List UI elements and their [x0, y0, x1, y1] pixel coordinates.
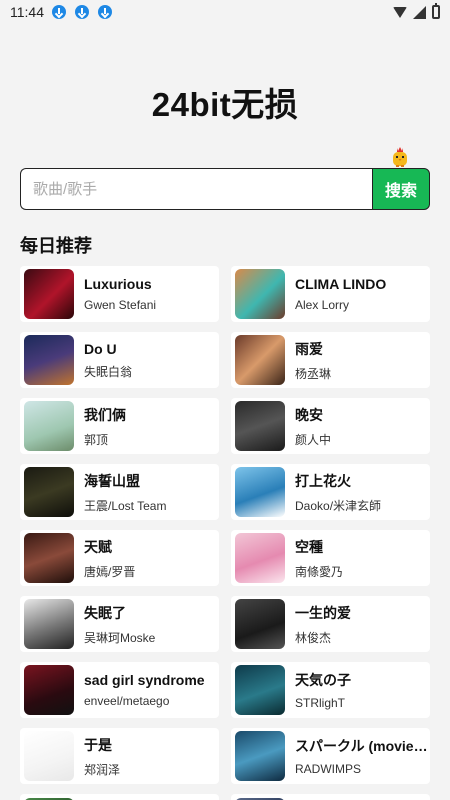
song-artist: 杨丞琳 [295, 366, 332, 381]
song-card[interactable]: 打上花火 Daoko/米津玄師 [231, 464, 430, 520]
song-artist: Daoko/米津玄師 [295, 498, 382, 513]
song-artist: STRlighT [295, 696, 346, 710]
song-card[interactable]: 于是 郑润泽 [20, 728, 219, 784]
song-card[interactable]: CLIMA LINDO Alex Lorry [231, 266, 430, 322]
song-title: 空種 [295, 538, 323, 555]
song-artist: 郑润泽 [84, 762, 121, 777]
song-title: 雨爱 [295, 340, 323, 357]
song-title: 我们俩 [84, 406, 126, 423]
song-title: Luxurious [84, 276, 152, 292]
song-card[interactable]: 天気の子 STRlighT [231, 662, 430, 718]
song-artist: Alex Lorry [295, 298, 350, 312]
album-cover [24, 731, 74, 781]
song-card[interactable]: 失眠了吴琳珂Moske [20, 596, 219, 652]
album-cover [235, 665, 285, 715]
song-artist: 南條愛乃 [295, 564, 344, 579]
song-text: 于是 郑润泽 [84, 735, 120, 778]
song-card-partial[interactable] [20, 794, 219, 800]
album-cover [235, 467, 285, 517]
song-text: 天気の子 STRlighT [295, 670, 351, 710]
song-card[interactable]: スパークル (movie ver.) RADWIMPS [231, 728, 430, 784]
status-time: 11:44 [10, 4, 44, 20]
search-input[interactable] [20, 168, 372, 210]
song-card[interactable]: Do U 失眠白翁 [20, 332, 219, 388]
song-text: sad girl syndrome enveel/metaego [84, 672, 205, 708]
wifi-icon [393, 6, 407, 18]
song-text: 失眠了吴琳珂Moske [84, 603, 155, 646]
download-icon [98, 5, 112, 19]
song-artist: 唐嫣/罗晋 [84, 564, 136, 579]
album-cover [24, 335, 74, 385]
song-title: 失眠了 [84, 604, 126, 621]
download-icon [75, 5, 89, 19]
search-button[interactable]: 搜索 [372, 168, 430, 210]
album-cover [24, 533, 74, 583]
song-text: 一生的爱 林俊杰 [295, 603, 351, 646]
album-cover [24, 665, 74, 715]
song-card[interactable]: 我们俩 郭顶 [20, 398, 219, 454]
song-title: スパークル (movie ver.) [295, 738, 429, 754]
song-text: 空種 南條愛乃 [295, 537, 343, 580]
song-artist: enveel/metaego [84, 694, 170, 708]
song-artist: 郭顶 [84, 432, 109, 447]
song-title: CLIMA LINDO [295, 276, 387, 292]
song-text: 雨爱 杨丞琳 [295, 339, 331, 382]
song-artist: 失眠白翁 [84, 364, 133, 379]
song-text: Luxurious Gwen Stefani [84, 276, 156, 312]
section-title-daily-recommend: 每日推荐 [20, 236, 92, 256]
song-card[interactable]: 海誓山盟王震/Lost Team [20, 464, 219, 520]
song-title: 天赋 [84, 538, 112, 555]
song-card[interactable]: sad girl syndrome enveel/metaego [20, 662, 219, 718]
album-cover [235, 335, 285, 385]
song-artist: 颜人中 [295, 432, 332, 447]
chick-mascot-icon [393, 147, 407, 167]
song-card[interactable]: Luxurious Gwen Stefani [20, 266, 219, 322]
album-cover [235, 533, 285, 583]
song-title: 打上花火 [295, 472, 351, 489]
download-icon [52, 5, 66, 19]
song-title: 于是 [84, 736, 112, 753]
song-text: スパークル (movie ver.) RADWIMPS [295, 736, 429, 776]
song-title: 晚安 [295, 406, 323, 423]
app-title: 24bit无损 [151, 86, 299, 123]
album-cover [24, 401, 74, 451]
album-cover [24, 269, 74, 319]
battery-icon [432, 3, 440, 19]
status-bar: 11:44 [0, 0, 450, 24]
album-cover [235, 599, 285, 649]
song-card[interactable]: 天赋唐嫣/罗晋 [20, 530, 219, 586]
song-text: 天赋唐嫣/罗晋 [84, 537, 135, 580]
song-artist: Gwen Stefani [84, 298, 157, 312]
song-title: 海誓山盟 [84, 472, 140, 489]
song-card[interactable]: 空種 南條愛乃 [231, 530, 430, 586]
song-title: 天気の子 [295, 672, 351, 688]
song-card[interactable]: 晚安 颜人中 [231, 398, 430, 454]
song-text: 晚安 颜人中 [295, 405, 331, 448]
song-text: 我们俩 郭顶 [84, 405, 126, 448]
partial-row [20, 794, 431, 800]
song-card-partial[interactable] [231, 794, 430, 800]
song-text: CLIMA LINDO Alex Lorry [295, 276, 386, 312]
status-icons [393, 3, 440, 19]
song-text: 打上花火 Daoko/米津玄師 [295, 471, 381, 514]
album-cover [235, 269, 285, 319]
song-card[interactable]: 一生的爱 林俊杰 [231, 596, 430, 652]
song-title: 一生的爱 [295, 604, 351, 621]
song-artist: 王震/Lost Team [84, 498, 167, 513]
album-cover [235, 401, 285, 451]
song-text: Do U 失眠白翁 [84, 341, 132, 380]
signal-icon [413, 5, 426, 19]
song-card[interactable]: 雨爱 杨丞琳 [231, 332, 430, 388]
song-grid: Luxurious Gwen Stefani CLIMA LINDO Alex Lor… [20, 266, 431, 784]
album-cover [24, 467, 74, 517]
album-cover [235, 731, 285, 781]
song-artist: RADWIMPS [295, 762, 361, 776]
album-cover [24, 599, 74, 649]
song-text: 海誓山盟王震/Lost Team [84, 471, 166, 514]
song-title: Do U [84, 340, 117, 357]
song-artist: 吴琳珂Moske [84, 630, 156, 645]
song-title: sad girl syndrome [84, 672, 205, 688]
song-artist: 林俊杰 [295, 630, 332, 645]
